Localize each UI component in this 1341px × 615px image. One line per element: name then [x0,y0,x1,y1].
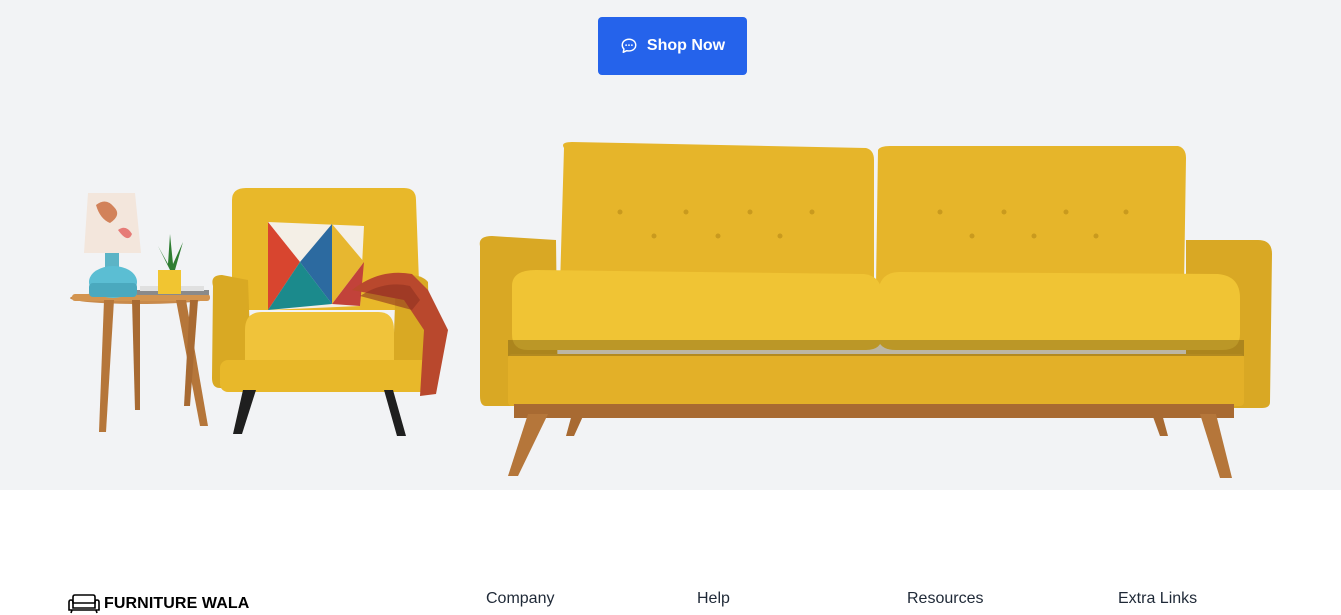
footer-heading-help: Help [697,590,730,607]
armchair [212,188,448,436]
side-table [70,193,210,432]
sofa [479,142,1272,478]
shop-now-label: Shop Now [646,37,726,54]
footer: FURNITURE WALA Company Help Resources Ex… [0,490,1341,615]
sofa-icon [68,594,100,614]
footer-brand[interactable]: FURNITURE WALA [67,594,249,614]
brand-name: FURNITURE WALA [104,595,250,612]
hero-section: Shop Now [0,0,1341,490]
footer-heading-company: Company [486,590,555,607]
footer-heading-extra-links: Extra Links [1118,590,1198,607]
shop-now-button[interactable]: Shop Now [598,17,747,75]
chat-bubble-icon [621,38,637,54]
footer-heading-resources: Resources [907,590,984,607]
